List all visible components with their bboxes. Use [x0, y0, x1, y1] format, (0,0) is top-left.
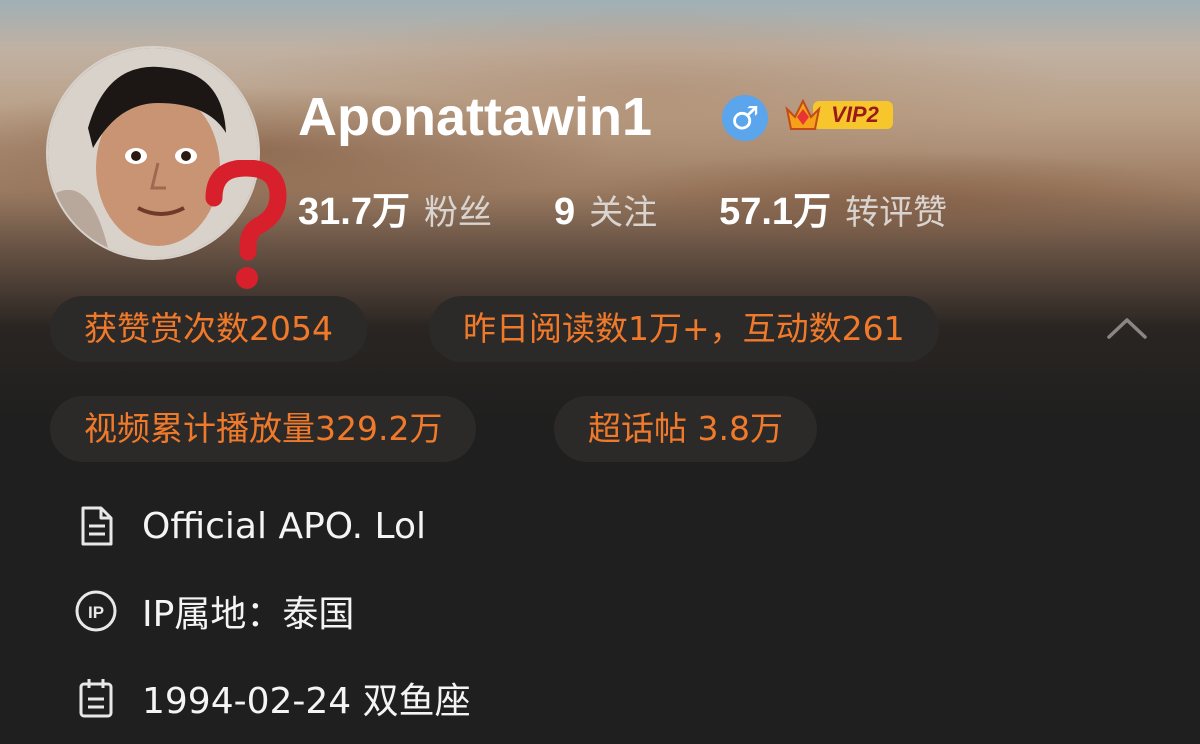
following-count: 9	[553, 191, 576, 233]
followers-label: 粉丝	[423, 193, 492, 233]
chevron-up-icon[interactable]	[1106, 316, 1148, 340]
profile-stats: 31.7万 粉丝 9 关注 57.1万 转评赞	[298, 180, 1009, 240]
following-label: 关注	[589, 193, 658, 233]
engagement-stat[interactable]: 57.1万 转评赞	[719, 180, 947, 235]
followers-stat[interactable]: 31.7万 粉丝	[298, 180, 492, 235]
reward-count-chip[interactable]: 获赞赏次数2054	[50, 296, 367, 362]
svg-text:IP: IP	[88, 603, 104, 622]
engagement-count: 57.1万	[719, 191, 832, 233]
following-stat[interactable]: 9 关注	[554, 185, 657, 234]
birthday-row: 1994-02-24 双鱼座	[74, 673, 471, 723]
username: Aponattawin1	[298, 87, 653, 147]
male-gender-icon: ♂	[722, 95, 768, 141]
birthday-text: 1994-02-24 双鱼座	[142, 681, 471, 722]
ip-location-row: IP IP属地：泰国	[74, 586, 354, 636]
video-views-chip[interactable]: 视频累计播放量329.2万	[50, 396, 477, 462]
ip-location-icon: IP	[75, 590, 117, 632]
ip-location-text: IP属地：泰国	[142, 594, 355, 635]
engagement-label: 转评赞	[845, 193, 948, 233]
vip-level-label: VIP2	[831, 102, 879, 127]
followers-count: 31.7万	[298, 191, 410, 233]
bio-row: Official APO. Lol	[74, 501, 426, 551]
gender-symbol: ♂	[730, 99, 760, 137]
calendar-icon	[79, 679, 113, 718]
supertopic-posts-chip[interactable]: 超话帖 3.8万	[554, 396, 817, 462]
yesterday-reads-chip[interactable]: 昨日阅读数1万+，互动数261	[429, 296, 939, 362]
question-mark-icon	[205, 160, 287, 289]
bio-text: Official APO. Lol	[142, 505, 426, 547]
document-icon	[81, 506, 113, 546]
